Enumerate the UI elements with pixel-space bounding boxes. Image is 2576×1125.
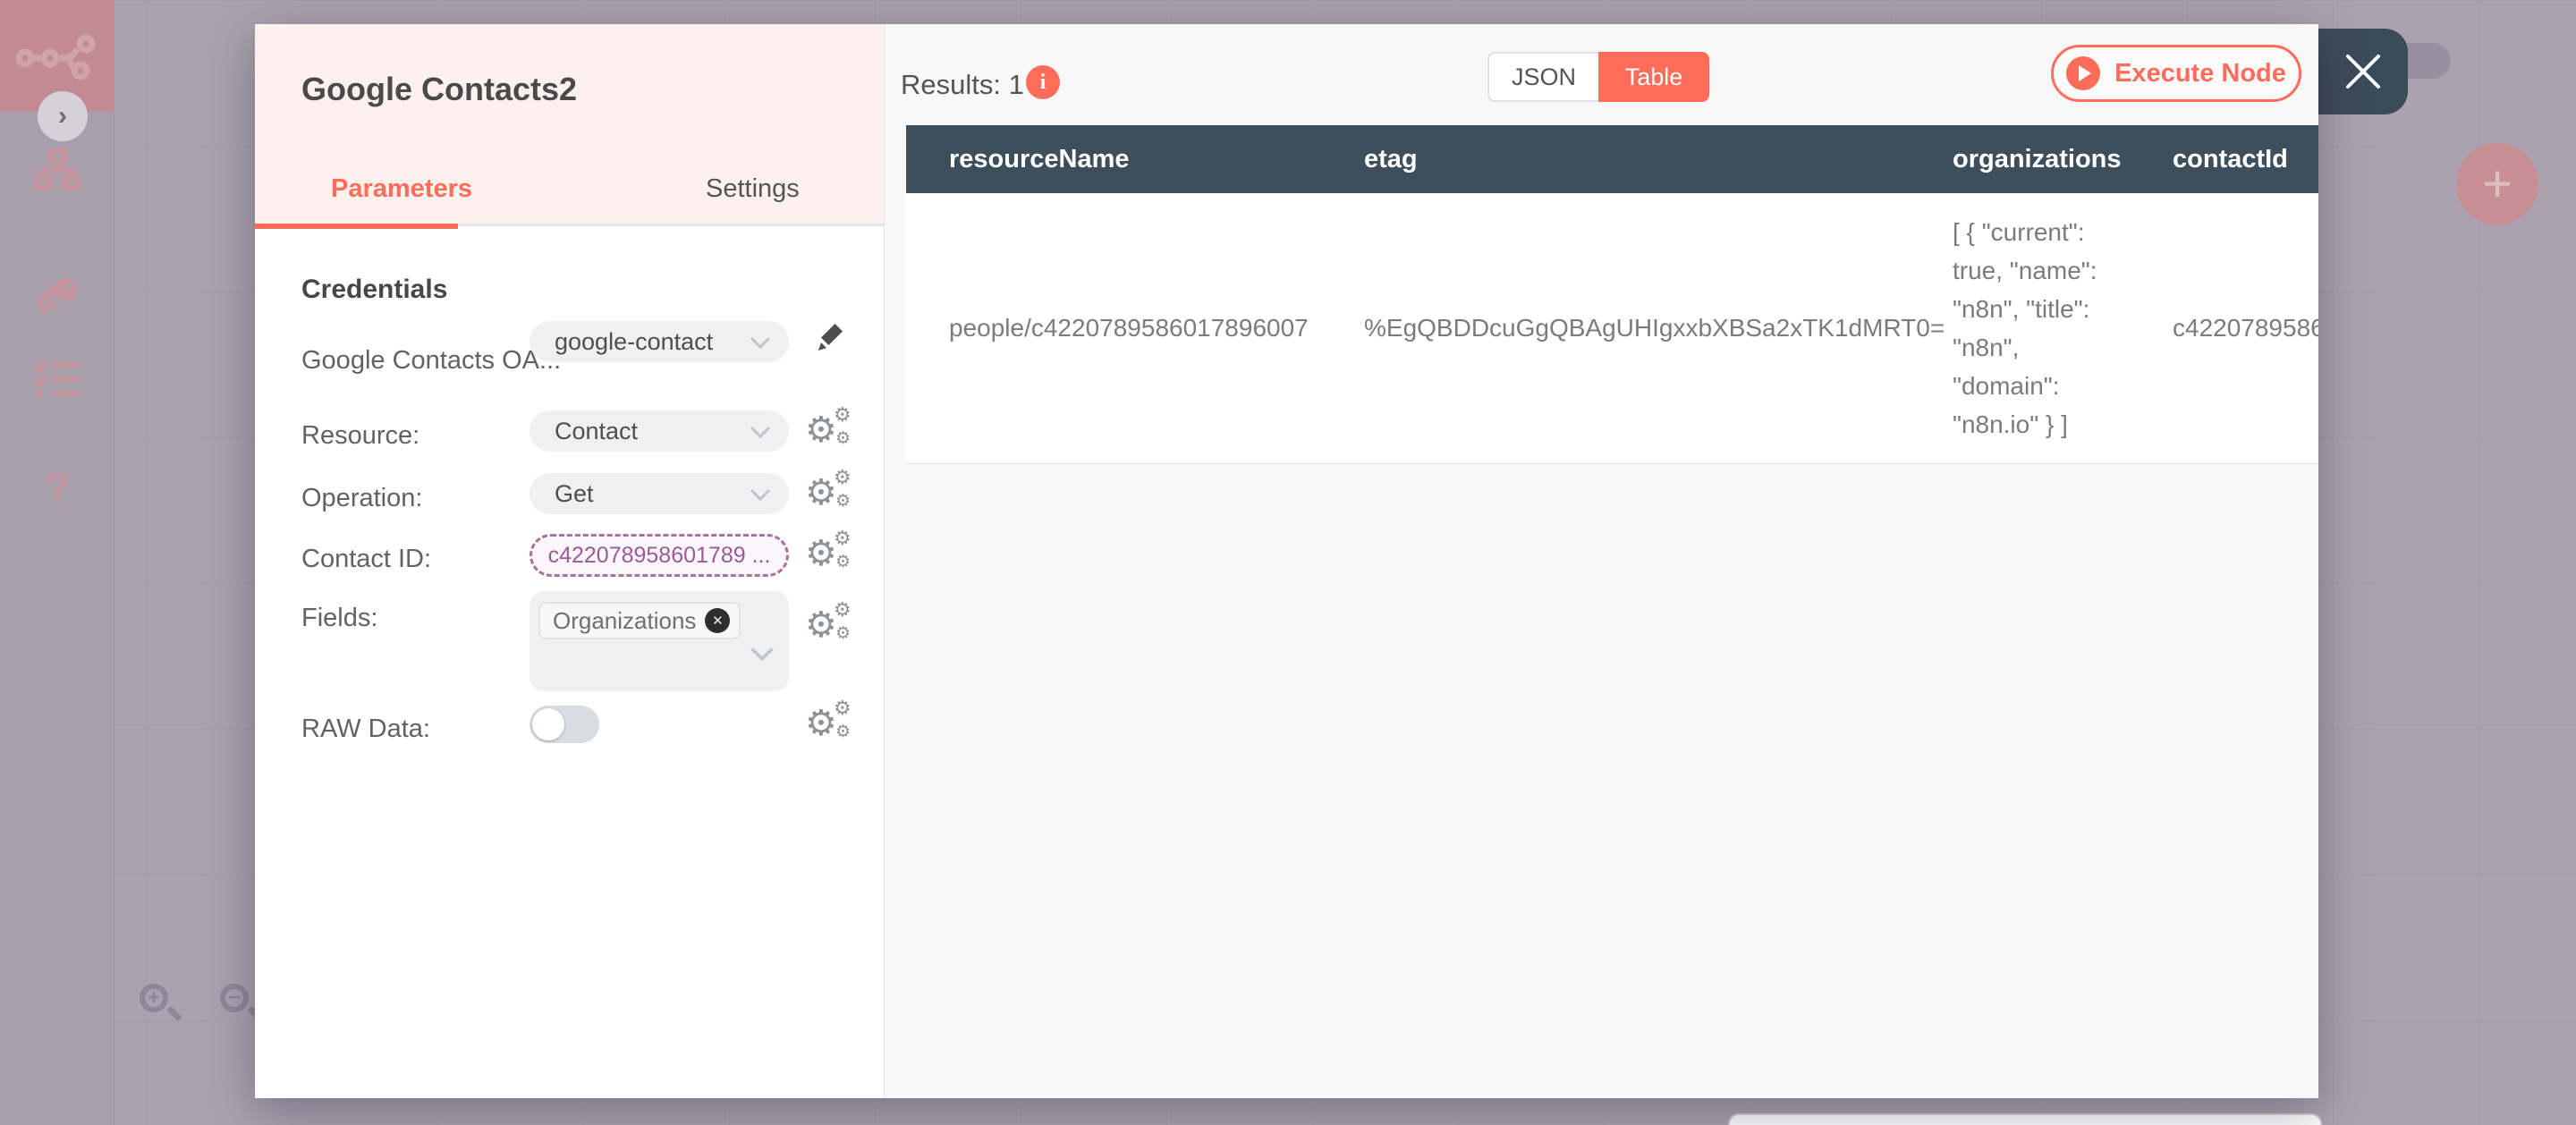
view-switcher: JSON Table [1487, 52, 1709, 102]
column-header-etag: etag [1364, 144, 1418, 173]
operation-options-button[interactable]: ⚙ ⚙ ⚙ [805, 468, 859, 518]
raw-data-options-button[interactable]: ⚙ ⚙ ⚙ [805, 698, 859, 749]
n8n-logo-icon [16, 34, 96, 80]
node-header: Google Contacts2 Parameters Settings [255, 24, 884, 229]
key-icon [35, 278, 77, 315]
edit-credential-button[interactable] [814, 323, 850, 359]
checklist-icon [33, 359, 80, 397]
close-node-view-button[interactable] [2318, 29, 2408, 114]
chevron-down-icon [750, 647, 774, 661]
chevron-down-icon [750, 336, 771, 349]
execute-node-label: Execute Node [2114, 58, 2286, 88]
raw-data-label: RAW Data: [301, 715, 430, 743]
zoom-out-icon: − [220, 984, 249, 1012]
resource-options-button[interactable]: ⚙ ⚙ ⚙ [805, 405, 859, 455]
cell-etag: %EgQBDDcuGgQBAgUHIgxxbXBSa2xTK1dMRT0= [1364, 314, 1945, 342]
tab-parameters[interactable]: Parameters [331, 174, 472, 204]
node-title: Google Contacts2 [301, 71, 578, 107]
results-panel: Results: 1 i JSON Table Execute Node res… [884, 24, 2318, 1098]
credential-label: Google Contacts OA... [301, 346, 562, 375]
operation-select[interactable]: Get [530, 473, 789, 514]
sidebar-item-workflows[interactable] [0, 148, 114, 191]
active-tab-underline [255, 224, 458, 229]
operation-select-value: Get [555, 479, 594, 507]
view-table-button[interactable]: Table [1598, 52, 1709, 102]
info-icon[interactable]: i [1026, 65, 1060, 99]
credential-select[interactable]: google-contact [530, 321, 789, 362]
credentials-heading: Credentials [301, 275, 448, 304]
plus-icon: + [2482, 155, 2512, 213]
gears-icon: ⚙ [805, 410, 837, 450]
raw-data-toggle[interactable] [530, 706, 599, 743]
operation-label: Operation: [301, 484, 423, 512]
fields-label: Fields: [301, 604, 378, 632]
question-mark-icon: ? [44, 464, 71, 511]
resource-select[interactable]: Contact [530, 410, 789, 452]
workflows-icon [34, 148, 80, 190]
sidebar-collapse-button[interactable]: › [38, 91, 88, 141]
bottom-panel-peek[interactable] [1728, 1113, 2322, 1125]
sidebar-item-credentials[interactable] [0, 275, 114, 320]
gears-icon: ⚙ [805, 605, 837, 645]
column-header-organizations: organizations [1953, 144, 2122, 173]
close-icon [2346, 55, 2380, 89]
tab-settings[interactable]: Settings [706, 174, 800, 204]
gears-icon: ⚙ [805, 473, 837, 512]
zoom-in-button[interactable]: + [140, 984, 184, 1028]
contact-id-label: Contact ID: [301, 545, 432, 573]
contact-id-value: c422078958601789 ... [547, 542, 771, 568]
execute-node-button[interactable]: Execute Node [2051, 45, 2301, 102]
resource-select-value: Contact [555, 417, 639, 444]
column-header-resourcename: resourceName [949, 144, 1130, 173]
node-detail-modal: Google Contacts2 Parameters Settings Cre… [255, 24, 2318, 1098]
chevron-down-icon [750, 488, 771, 501]
play-icon [2066, 56, 2101, 90]
results-count: Results: 1 [901, 69, 1024, 100]
gears-icon: ⚙ [805, 534, 837, 573]
n8n-editor: › ? + − + Google Contacts2 Parameters Se… [0, 0, 2576, 1125]
sidebar-item-help[interactable]: ? [0, 463, 114, 512]
cell-contactid: c4220789586017896007 [2173, 314, 2318, 342]
main-sidebar: › ? [0, 0, 114, 1125]
table-row[interactable]: people/c4220789586017896007 %EgQBDDcuGgQ… [906, 193, 2318, 464]
column-header-contactid: contactId [2173, 144, 2288, 173]
sidebar-item-executions[interactable] [0, 358, 114, 399]
remove-tag-button[interactable]: ✕ [705, 608, 731, 633]
contact-id-options-button[interactable]: ⚙ ⚙ ⚙ [805, 529, 859, 579]
contact-id-input[interactable]: c422078958601789 ... [530, 534, 789, 577]
cell-organizations: [ { "current": true, "name": "n8n", "tit… [1953, 218, 2097, 438]
view-json-button[interactable]: JSON [1487, 52, 1598, 102]
tab-bar: Parameters Settings [255, 167, 884, 229]
cell-resourcename: people/c4220789586017896007 [949, 314, 1309, 342]
resource-label: Resource: [301, 421, 420, 450]
chevron-right-icon: › [58, 101, 67, 131]
zoom-in-icon: + [140, 984, 168, 1012]
table-header-row: resourceName etag organizations contactI… [906, 125, 2318, 193]
fields-options-button[interactable]: ⚙ ⚙ ⚙ [805, 600, 859, 650]
gears-icon: ⚙ [805, 704, 837, 743]
fields-tag-organizations: Organizations ✕ [538, 602, 741, 639]
pencil-icon [818, 323, 843, 351]
chevron-down-icon [750, 426, 771, 438]
results-table: resourceName etag organizations contactI… [906, 125, 2318, 464]
fields-tag-label: Organizations [553, 606, 697, 634]
parameters-panel: Google Contacts2 Parameters Settings Cre… [255, 24, 884, 1098]
add-node-button[interactable]: + [2456, 143, 2538, 225]
fields-multiselect[interactable]: Organizations ✕ [530, 591, 789, 691]
credential-select-value: google-contact [555, 327, 714, 355]
